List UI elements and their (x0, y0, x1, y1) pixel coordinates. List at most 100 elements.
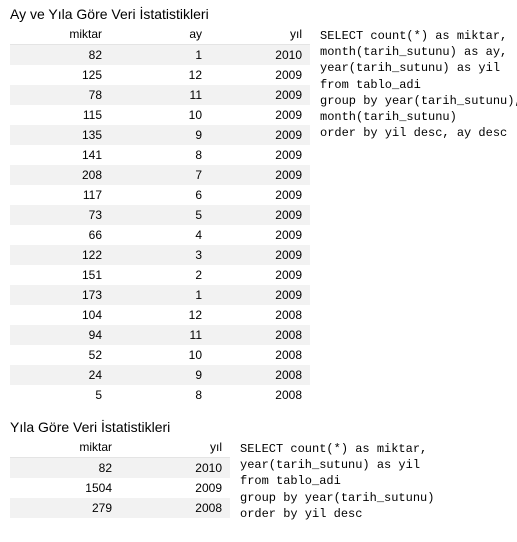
table-cell: 2008 (210, 345, 310, 365)
table-row: 8212010 (10, 45, 310, 66)
table-cell: 94 (10, 325, 110, 345)
table-cell: 52 (10, 345, 110, 365)
table-cell: 117 (10, 185, 110, 205)
table-cell: 11 (110, 85, 210, 105)
section2-title: Yıla Göre Veri İstatistikleri (10, 419, 507, 435)
table-row: 11762009 (10, 185, 310, 205)
table-row: 822010 (10, 458, 230, 479)
table-row: 15042009 (10, 478, 230, 498)
table-cell: 2009 (210, 85, 310, 105)
table-row: 13592009 (10, 125, 310, 145)
table-row: 12232009 (10, 245, 310, 265)
table-cell: 6 (110, 185, 210, 205)
table-cell: 2009 (210, 245, 310, 265)
table2-body: 822010150420092792008 (10, 458, 230, 519)
table-cell: 8 (110, 385, 210, 405)
table-month-year: miktar ay yıl 82120101251220097811200911… (10, 24, 310, 405)
table-cell: 1 (110, 285, 210, 305)
col-miktar: miktar (10, 437, 120, 458)
table-cell: 4 (110, 225, 210, 245)
table-cell: 125 (10, 65, 110, 85)
table-year: miktar yıl 822010150420092792008 (10, 437, 230, 518)
table-cell: 2010 (120, 458, 230, 479)
col-miktar: miktar (10, 24, 110, 45)
table-cell: 10 (110, 345, 210, 365)
table-cell: 2009 (210, 205, 310, 225)
table-cell: 122 (10, 245, 110, 265)
table-row: 52102008 (10, 345, 310, 365)
table-cell: 2009 (210, 225, 310, 245)
table-row: 20872009 (10, 165, 310, 185)
table-cell: 24 (10, 365, 110, 385)
section1-title: Ay ve Yıla Göre Veri İstatistikleri (10, 6, 507, 22)
table-cell: 1 (110, 45, 210, 66)
table-cell: 141 (10, 145, 110, 165)
table-cell: 2008 (120, 498, 230, 518)
table-cell: 78 (10, 85, 110, 105)
table1-body: 8212010125122009781120091151020091359200… (10, 45, 310, 406)
table-cell: 12 (110, 65, 210, 85)
table-cell: 7 (110, 165, 210, 185)
table-row: 104122008 (10, 305, 310, 325)
table-cell: 2009 (120, 478, 230, 498)
table-row: 125122009 (10, 65, 310, 85)
table-cell: 135 (10, 125, 110, 145)
table-row: 2792008 (10, 498, 230, 518)
table-cell: 2009 (210, 165, 310, 185)
section-month-year: Ay ve Yıla Göre Veri İstatistikleri mikt… (10, 6, 507, 405)
table-cell: 2008 (210, 325, 310, 345)
table-row: 7352009 (10, 205, 310, 225)
col-yil: yıl (120, 437, 230, 458)
table-cell: 5 (10, 385, 110, 405)
section-year: Yıla Göre Veri İstatistikleri miktar yıl… (10, 419, 507, 522)
table-cell: 2009 (210, 65, 310, 85)
table-row: 582008 (10, 385, 310, 405)
table-row: 17312009 (10, 285, 310, 305)
table-cell: 151 (10, 265, 110, 285)
table-cell: 9 (110, 365, 210, 385)
table-cell: 2008 (210, 385, 310, 405)
table-cell: 115 (10, 105, 110, 125)
table-cell: 82 (10, 45, 110, 66)
table-row: 6642009 (10, 225, 310, 245)
table-cell: 10 (110, 105, 210, 125)
table-cell: 2009 (210, 185, 310, 205)
table-cell: 2 (110, 265, 210, 285)
table-cell: 3 (110, 245, 210, 265)
table-cell: 2009 (210, 125, 310, 145)
table-cell: 2008 (210, 365, 310, 385)
table-row: 115102009 (10, 105, 310, 125)
table-cell: 82 (10, 458, 120, 479)
col-yil: yıl (210, 24, 310, 45)
table-header-row: miktar ay yıl (10, 24, 310, 45)
table-cell: 173 (10, 285, 110, 305)
sql-query-2: SELECT count(*) as miktar, year(tarih_su… (240, 437, 434, 522)
table-cell: 104 (10, 305, 110, 325)
table-cell: 12 (110, 305, 210, 325)
table-cell: 2009 (210, 145, 310, 165)
table-row: 78112009 (10, 85, 310, 105)
table-cell: 5 (110, 205, 210, 225)
table-cell: 73 (10, 205, 110, 225)
table-cell: 2009 (210, 265, 310, 285)
table-row: 15122009 (10, 265, 310, 285)
table-cell: 208 (10, 165, 110, 185)
section1-body: miktar ay yıl 82120101251220097811200911… (10, 24, 507, 405)
sql-query-1: SELECT count(*) as miktar, month(tarih_s… (320, 24, 517, 141)
table-cell: 2010 (210, 45, 310, 66)
table-cell: 66 (10, 225, 110, 245)
table-cell: 1504 (10, 478, 120, 498)
table-row: 94112008 (10, 325, 310, 345)
table-cell: 2009 (210, 285, 310, 305)
table-cell: 8 (110, 145, 210, 165)
table-row: 14182009 (10, 145, 310, 165)
table-header-row: miktar yıl (10, 437, 230, 458)
table-cell: 279 (10, 498, 120, 518)
col-ay: ay (110, 24, 210, 45)
table-row: 2492008 (10, 365, 310, 385)
table-cell: 2009 (210, 105, 310, 125)
table-cell: 2008 (210, 305, 310, 325)
section2-body: miktar yıl 822010150420092792008 SELECT … (10, 437, 507, 522)
table-cell: 11 (110, 325, 210, 345)
table-cell: 9 (110, 125, 210, 145)
